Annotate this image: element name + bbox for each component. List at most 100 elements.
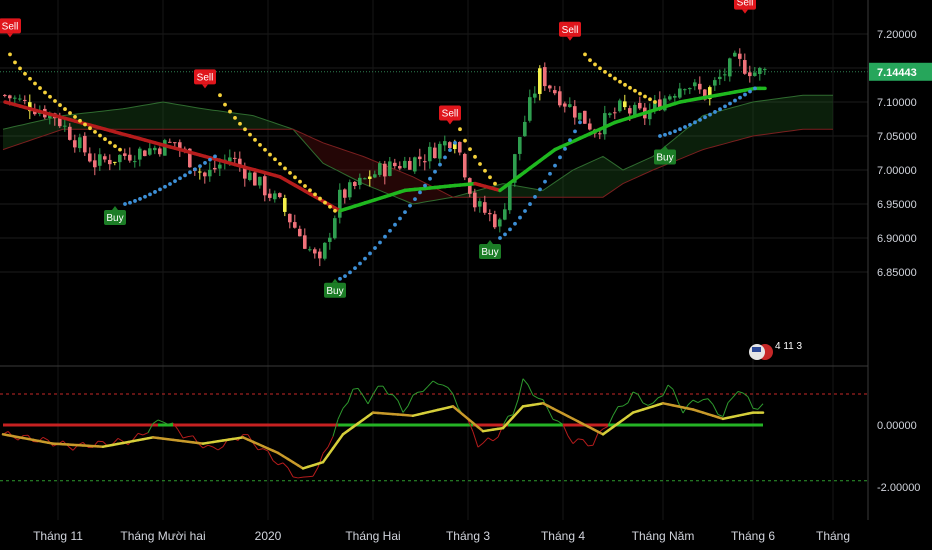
candle-body xyxy=(93,160,97,168)
psar-dot xyxy=(193,167,197,172)
candle-body xyxy=(618,100,622,112)
psar-dot xyxy=(128,200,132,205)
psar-dot xyxy=(358,261,362,266)
candle-body xyxy=(713,80,717,86)
psar-dot xyxy=(153,190,157,194)
psar-dot xyxy=(618,79,622,84)
psar-dot xyxy=(548,171,552,176)
psar-dot xyxy=(423,183,427,188)
candle-body xyxy=(383,163,387,177)
candle-body xyxy=(283,198,287,212)
psar-dot xyxy=(708,112,712,117)
candle-body xyxy=(533,93,537,98)
psar-dot xyxy=(143,194,147,199)
psar-dot xyxy=(133,199,137,203)
psar-dot xyxy=(163,184,167,189)
candle-body xyxy=(13,97,17,99)
psar-dot xyxy=(178,176,182,181)
psar-dot xyxy=(658,134,662,138)
psar-dot xyxy=(53,99,57,103)
psar-dot xyxy=(278,161,282,166)
psar-dot xyxy=(123,202,127,206)
candle-body xyxy=(543,67,547,87)
candle-body xyxy=(333,218,337,239)
psar-dot xyxy=(213,154,217,159)
candle-body xyxy=(88,153,92,162)
psar-dot xyxy=(628,85,632,90)
candle-body xyxy=(363,178,367,180)
candle-body xyxy=(198,171,202,173)
psar-dot xyxy=(698,117,702,122)
psar-dot xyxy=(553,163,557,168)
candle-body xyxy=(443,141,447,146)
psar-dot xyxy=(223,102,227,107)
psar-dot xyxy=(528,202,532,206)
psar-dot xyxy=(38,86,42,90)
candle-body xyxy=(423,161,427,163)
candle-body xyxy=(753,72,757,76)
osc-axis-tick-label: -2.00000 xyxy=(877,482,920,494)
psar-dot xyxy=(578,120,582,125)
candle-body xyxy=(343,189,347,198)
psar-dot xyxy=(488,175,492,180)
candle-body xyxy=(393,162,397,167)
candle xyxy=(378,161,382,177)
psar-dot xyxy=(508,227,512,232)
candle-body xyxy=(353,181,357,187)
candle-body xyxy=(378,163,382,175)
last-price-badge[interactable]: 7.14443 xyxy=(869,62,932,81)
psar-dot xyxy=(573,129,577,134)
candle-body xyxy=(693,82,697,87)
psar-dot xyxy=(378,240,382,245)
psar-dot xyxy=(308,188,312,193)
psar-dot xyxy=(738,95,742,100)
candle-body xyxy=(633,104,637,116)
psar-dot xyxy=(368,251,372,256)
candle-body xyxy=(568,104,572,108)
candle xyxy=(583,110,587,124)
candle-body xyxy=(688,88,692,90)
candle-body xyxy=(678,88,682,98)
psar-dot xyxy=(188,170,192,175)
candle-body xyxy=(438,143,442,159)
psar-dot xyxy=(383,234,387,239)
candle-body xyxy=(263,176,267,196)
signal-text: Sell xyxy=(442,108,459,119)
osc-fast-line-segment xyxy=(387,393,394,396)
candle-body xyxy=(608,113,612,116)
psar-dot xyxy=(713,110,717,114)
psar-dot xyxy=(633,88,637,93)
candle-body xyxy=(668,96,672,100)
candle-body xyxy=(538,68,542,94)
candle-body xyxy=(738,53,742,59)
candle-body xyxy=(253,172,257,186)
psar-dot xyxy=(433,169,437,174)
last-price-value: 7.14443 xyxy=(877,67,917,79)
psar-dot xyxy=(258,142,262,147)
psar-dot xyxy=(33,81,37,86)
price-axis-tick-label: 6.90000 xyxy=(877,233,917,245)
candle-body xyxy=(128,154,132,161)
psar-dot xyxy=(608,73,612,78)
flag-icon xyxy=(752,347,761,352)
candle-body xyxy=(728,58,732,77)
psar-dot xyxy=(298,179,302,184)
candle-body xyxy=(493,214,497,228)
candle-body xyxy=(308,249,312,251)
osc-fast-line-segment xyxy=(617,405,624,408)
candle-body xyxy=(583,110,587,124)
psar-dot xyxy=(183,173,187,178)
psar-dot xyxy=(688,122,692,127)
time-axis-tick-label: Tháng Hai xyxy=(345,529,400,543)
chart-canvas[interactable]: Sell Sell Sell Sell Sell Buy Buy Buy Buy 7.20000… xyxy=(0,0,932,550)
candle-body xyxy=(578,112,582,120)
time-axis-tick-label: Tháng xyxy=(816,529,850,543)
psar-dot xyxy=(638,91,642,96)
candle-body xyxy=(118,154,122,163)
candle-body xyxy=(478,201,482,207)
psar-dot xyxy=(418,190,422,195)
psar-dot xyxy=(23,71,27,76)
candle-body xyxy=(553,90,557,94)
candle-body xyxy=(448,142,452,149)
candle-body xyxy=(258,176,262,186)
